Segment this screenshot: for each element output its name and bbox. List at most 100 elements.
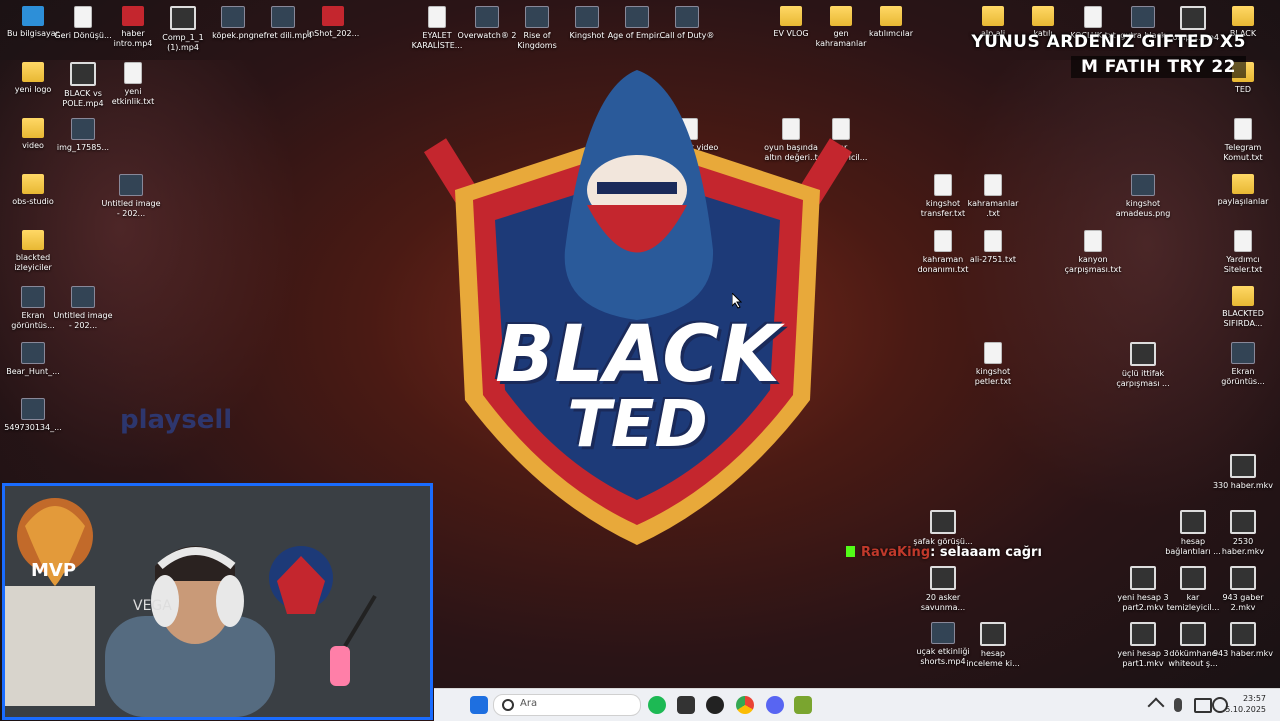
- desktop-icon[interactable]: 2530 haber.mkv: [1212, 510, 1274, 557]
- red-icon: [322, 6, 344, 26]
- discord-icon[interactable]: [766, 696, 784, 714]
- obs-icon[interactable]: [706, 696, 724, 714]
- file-icon: [428, 6, 446, 28]
- chat-username: RavaKing: [861, 545, 931, 560]
- video-icon: [1230, 622, 1256, 646]
- app-icon: [221, 6, 245, 28]
- folder-icon: [1032, 6, 1054, 26]
- file-icon: [1234, 118, 1252, 140]
- desktop-icon[interactable]: Untitled image - 202...: [100, 174, 162, 219]
- try-alert: M FATIH TRY 22: [1070, 56, 1246, 78]
- desktop-icon[interactable]: blackted izleyiciler: [2, 230, 64, 273]
- file-icon: [1084, 6, 1102, 28]
- app-icon: [21, 342, 45, 364]
- desktop-icon-label: Bear_Hunt_...: [6, 367, 60, 376]
- desktop-icon-label: Telegram Komut.txt: [1223, 143, 1263, 162]
- desktop-icon[interactable]: şafak görüşü...: [912, 510, 974, 547]
- desktop-icon[interactable]: kahramanlar .txt: [962, 174, 1024, 219]
- desktop-icon[interactable]: kingshot amadeus.png: [1112, 174, 1174, 219]
- desktop-icon[interactable]: Telegram Komut.txt: [1212, 118, 1274, 163]
- capcut-icon[interactable]: [677, 696, 695, 714]
- desktop-icon[interactable]: Yardımcı Siteler.txt: [1212, 230, 1274, 275]
- logo-text-black: BLACK: [495, 310, 780, 400]
- mouse-cursor-icon: [732, 293, 742, 309]
- desktop-icon[interactable]: InShot_202...: [302, 6, 364, 39]
- game-launcher-icon[interactable]: [794, 696, 812, 714]
- folder-icon: [982, 6, 1004, 26]
- desktop-icon[interactable]: kanyon çarpışması.txt: [1062, 230, 1124, 275]
- app-icon: [71, 118, 95, 140]
- desktop-icon-label: img_17585...: [56, 143, 110, 152]
- playsell-text: playsell: [120, 405, 233, 435]
- black-ted-logo: BLACK TED: [415, 70, 860, 560]
- desktop-icon[interactable]: kingshot petler.txt: [962, 342, 1024, 387]
- desktop-icon[interactable]: 330 haber.mkv: [1212, 454, 1274, 491]
- desktop-icon[interactable]: BLACKTED SIFIRDA...: [1212, 286, 1274, 329]
- video-icon: [1130, 342, 1156, 366]
- desktop-icon[interactable]: Bear_Hunt_...: [2, 342, 64, 377]
- network-icon[interactable]: [1194, 698, 1212, 713]
- file-icon: [984, 174, 1002, 196]
- desktop-icon[interactable]: yeni etkinlik.txt: [102, 62, 164, 107]
- app-icon: [119, 174, 143, 196]
- search-icon: [502, 699, 514, 711]
- desktop-icon[interactable]: hesap inceleme ki...: [962, 622, 1024, 669]
- video-icon: [1230, 566, 1256, 590]
- folder-icon: [22, 174, 44, 194]
- desktop-icon-label: ali-2751.txt: [969, 255, 1017, 264]
- app-icon: [525, 6, 549, 28]
- video-icon: [1180, 510, 1206, 534]
- webcam-feed: MVP VEGA: [5, 486, 430, 717]
- file-icon: [1234, 230, 1252, 252]
- desktop-icon[interactable]: Ekran görüntüs...: [1212, 342, 1274, 387]
- taskbar-search[interactable]: Ara: [493, 694, 641, 716]
- desktop-icon[interactable]: üçlü ittifak çarpışması ...: [1112, 342, 1174, 389]
- file-icon: [984, 342, 1002, 364]
- app-icon: [71, 286, 95, 308]
- desktop-icon-label: Untitled image - 202...: [101, 199, 161, 218]
- desktop-icon-label: Untitled image - 202...: [53, 311, 113, 330]
- chrome-icon[interactable]: [736, 696, 754, 714]
- folder-icon: [830, 6, 852, 26]
- desktop-icon[interactable]: Untitled image - 202...: [52, 286, 114, 331]
- webcam-overlay: MVP VEGA: [2, 483, 433, 720]
- desktop-icon[interactable]: obs-studio: [2, 174, 64, 207]
- desktop-icon-label: paylaşılanlar: [1217, 197, 1269, 206]
- desktop-icon-label: üçlü ittifak çarpışması ...: [1116, 369, 1170, 388]
- desktop-icon[interactable]: 20 asker savunma...: [912, 566, 974, 613]
- desktop-icon[interactable]: katılımcılar: [860, 6, 922, 39]
- desktop-icon-label: Call of Duty®: [659, 31, 715, 40]
- clock-date: 5.10.2025: [1225, 705, 1266, 714]
- folder-icon: [22, 118, 44, 138]
- desktop-icon[interactable]: 549730134_...: [2, 398, 64, 433]
- app-icon: [575, 6, 599, 28]
- chat-message: RavaKing: selaaam cağrı: [846, 545, 1042, 560]
- folder-icon: [1232, 6, 1254, 26]
- desktop-icon-label: yeni etkinlik.txt: [111, 87, 155, 106]
- system-clock[interactable]: 23:57 5.10.2025: [1225, 693, 1266, 715]
- windows-start-icon[interactable]: [470, 696, 488, 714]
- desktop-icon[interactable]: 943 haber.mkv: [1212, 622, 1274, 659]
- desktop-icon[interactable]: img_17585...: [52, 118, 114, 153]
- desktop-icon-label: kahramanlar .txt: [967, 199, 1019, 218]
- file-icon: [984, 230, 1002, 252]
- chevron-up-icon[interactable]: [1147, 697, 1165, 715]
- file-icon: [1084, 230, 1102, 252]
- spotify-icon[interactable]: [648, 696, 666, 714]
- video-icon: [1130, 622, 1156, 646]
- video-icon: [930, 566, 956, 590]
- folder-icon: [1232, 174, 1254, 194]
- desktop-icon[interactable]: paylaşılanlar: [1212, 174, 1274, 207]
- video-icon: [1180, 622, 1206, 646]
- desktop-icon[interactable]: Call of Duty®: [656, 6, 718, 41]
- file-icon: [124, 62, 142, 84]
- desktop-icon-label: InShot_202...: [306, 29, 360, 38]
- app-icon: [21, 286, 45, 308]
- desktop-icon[interactable]: 943 gaber 2.mkv: [1212, 566, 1274, 613]
- microphone-icon[interactable]: [1174, 698, 1182, 712]
- video-icon: [70, 62, 96, 86]
- desktop-icon[interactable]: ali-2751.txt: [962, 230, 1024, 265]
- kick-icon: [846, 546, 855, 557]
- desktop-icon-label: BLACKTED SIFIRDA...: [1222, 309, 1264, 328]
- desktop-icon-label: Yardımcı Siteler.txt: [1223, 255, 1263, 274]
